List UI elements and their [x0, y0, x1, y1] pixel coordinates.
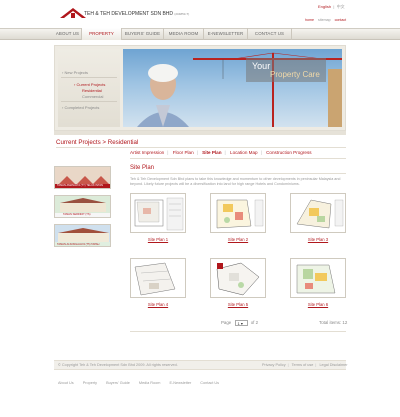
content-divider [130, 331, 346, 332]
side-menu-divider [61, 101, 117, 102]
nav-e-newsletter[interactable]: E-Newsletter [204, 28, 248, 40]
company-name: TEH & TEH DEVELOPMENT SDN BHD [84, 11, 173, 17]
copyright-text: © Copyright Teh & Teh Development Sdn Bh… [58, 363, 178, 367]
site-plan-link-3[interactable]: Site Plan 3 [290, 237, 346, 242]
breadcrumb: Current Projects > Residential [56, 139, 139, 146]
project-name: TAMAN AMANJAYA (TY) TELUK INTAN [57, 184, 104, 187]
site-plan-thumbnail-5[interactable] [210, 258, 266, 298]
footer-nav-buyers-guide[interactable]: Buyers' Guide [106, 381, 130, 385]
footer-nav-contact-us[interactable]: Contact Us [200, 381, 219, 385]
total-items: Total items: 12 [319, 320, 348, 325]
banner-caption-property-care: Property Care [270, 70, 320, 79]
nav-about-us[interactable]: About Us [54, 28, 82, 40]
tab-location-map[interactable]: Location Map [230, 150, 258, 155]
project-thumbnail-1[interactable]: TAMAN AMANJAYA (TY) TELUK INTAN [54, 166, 111, 189]
nav-contact-us[interactable]: Contact Us [248, 28, 292, 40]
banner-caption-your: Your [252, 61, 271, 71]
site-plan-link-5[interactable]: Site Plan 5 [210, 302, 266, 307]
side-menu-divider [61, 77, 117, 78]
side-menu-current-projects[interactable]: › Current Projects [74, 82, 105, 87]
footer-nav-e-newsletter[interactable]: E-Newsletter [170, 381, 192, 385]
project-name: TAMAN ALSONGAJAYA (T5) TAPAH [57, 243, 100, 246]
pager-total-pages: 2 [255, 320, 259, 326]
language-chinese[interactable]: 中文 [337, 4, 345, 9]
site-plan-link-2[interactable]: Site Plan 2 [210, 237, 266, 242]
footer-nav: About Us Property Buyers' Guide Media Ro… [58, 381, 227, 385]
side-menu-completed-projects[interactable]: › Completed Projects [62, 105, 99, 110]
project-thumbnail-2[interactable]: TAMAN SERINDIT (TS) [54, 195, 111, 218]
site-plan-link-1[interactable]: Site Plan 1 [130, 237, 186, 242]
tabs-divider [130, 158, 346, 159]
project-tabs: Artist Impression | Floor Plan | Site Plan… [130, 150, 312, 155]
pager-of-label: of [250, 320, 255, 326]
top-link-contact[interactable]: contact [335, 18, 347, 22]
legal-links: Privacy Policy | Terms of use | Legal Disc… [262, 363, 348, 367]
project-thumbnail-3[interactable]: TAMAN ALSONGAJAYA (T5) TAPAH [54, 224, 111, 247]
legal-disclaimer-link[interactable]: Legal Disclaimer [319, 363, 347, 367]
side-menu-commercial[interactable]: Commercial [82, 94, 103, 99]
company-logo[interactable]: TEH & TEH DEVELOPMENT SDN BHD (204853-T) [84, 11, 189, 17]
project-name: TAMAN SERINDIT (TS) [63, 213, 91, 216]
site-plan-thumbnail-1[interactable] [130, 193, 186, 233]
terms-of-use-link[interactable]: Terms of use [292, 363, 314, 367]
side-menu-residential[interactable]: Residential [82, 88, 102, 93]
page-select[interactable]: 1 ▾ [234, 320, 248, 326]
tab-floor-plan[interactable]: Floor Plan [173, 150, 194, 155]
footer-nav-media-room[interactable]: Media Room [139, 381, 161, 385]
section-title: Site Plan [130, 165, 155, 171]
site-plan-link-4[interactable]: Site Plan 4 [130, 302, 186, 307]
tab-artist-impression[interactable]: Artist Impression [130, 150, 164, 155]
tab-site-plan[interactable]: Site Plan [202, 150, 221, 155]
section-description: Teh & Teh Development Sdn Bhd plans to t… [130, 177, 341, 186]
breadcrumb-divider [56, 147, 346, 148]
side-menu-new-projects[interactable]: › New Projects [62, 70, 88, 75]
site-plan-thumbnail-4[interactable] [130, 258, 186, 298]
top-links: home sitemap contact [305, 18, 349, 22]
site-plan-thumbnail-6[interactable] [290, 258, 346, 298]
site-plan-link-6[interactable]: Site Plan 6 [290, 302, 346, 307]
footer-nav-about-us[interactable]: About Us [58, 381, 74, 385]
nav-media-room[interactable]: Media Room [164, 28, 204, 40]
company-reg: (204853-T) [174, 12, 190, 16]
language-switcher: English | 中文 [318, 4, 345, 9]
pager-label: Page [221, 320, 232, 326]
language-english[interactable]: English [318, 4, 331, 9]
footer-nav-property[interactable]: Property [83, 381, 97, 385]
nav-buyers-guide[interactable]: Buyers' Guide [122, 28, 164, 40]
site-plan-thumbnail-3[interactable] [290, 193, 346, 233]
section-divider [130, 173, 346, 174]
pager: Page 1 ▾ of 2 [221, 320, 258, 326]
top-link-home[interactable]: home [305, 18, 314, 22]
top-link-sitemap[interactable]: sitemap [318, 18, 331, 22]
hero-bottom-strip [54, 131, 346, 135]
tab-construction-progress[interactable]: Construction Progress [266, 150, 311, 155]
nav-property[interactable]: Property [82, 28, 122, 40]
site-plan-thumbnail-2[interactable] [210, 193, 266, 233]
privacy-policy-link[interactable]: Privacy Policy [262, 363, 286, 367]
